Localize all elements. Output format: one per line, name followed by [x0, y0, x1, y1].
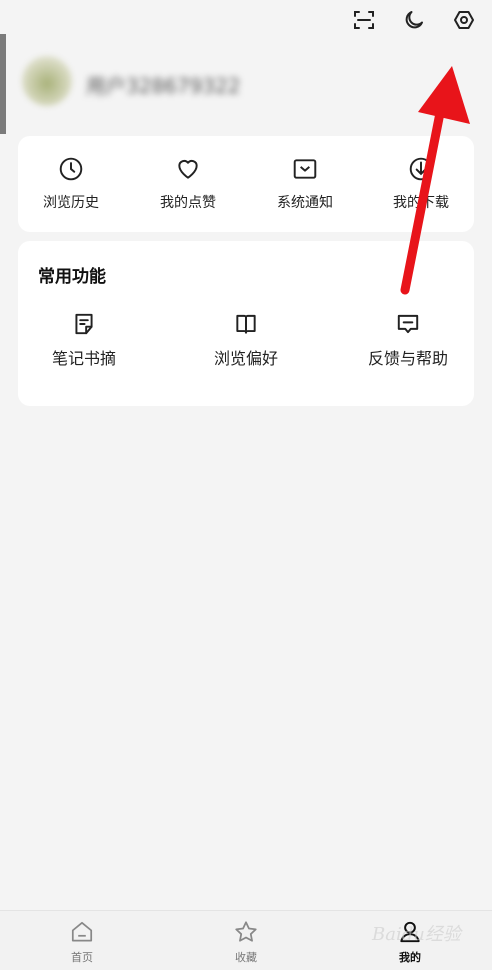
book-icon	[236, 314, 256, 334]
star-icon	[235, 921, 257, 942]
func-notes[interactable]: 笔记书摘	[14, 311, 154, 369]
shortcut-history[interactable]: 浏览历史	[11, 156, 131, 212]
username: 用户328679322	[86, 74, 241, 98]
settings-button[interactable]	[450, 6, 478, 34]
func-label: 笔记书摘	[51, 349, 116, 368]
func-preferences[interactable]: 浏览偏好	[176, 311, 316, 369]
profile-header[interactable]: 用户328679322	[0, 34, 492, 134]
heart-icon	[178, 159, 198, 179]
left-edge-divider	[0, 34, 6, 134]
scan-icon	[354, 11, 374, 29]
tab-label: 收藏	[235, 951, 257, 964]
top-actions	[350, 6, 478, 34]
night-mode-button[interactable]	[400, 6, 428, 34]
func-label: 浏览偏好	[213, 349, 278, 368]
tab-label: 首页	[71, 951, 93, 964]
feedback-icon	[397, 314, 419, 334]
section-title: 常用功能	[38, 267, 106, 287]
shortcuts-card: 浏览历史 我的点赞 系统通知 我的下载	[18, 136, 474, 232]
settings-icon	[454, 11, 474, 29]
shortcut-likes[interactable]: 我的点赞	[128, 156, 248, 212]
common-functions-card: 常用功能 笔记书摘 浏览偏好 反馈与帮助	[18, 241, 474, 406]
scan-button[interactable]	[350, 6, 378, 34]
func-label: 反馈与帮助	[367, 349, 448, 368]
shortcut-label: 我的下载	[393, 195, 449, 211]
tab-label: 我的	[399, 951, 421, 964]
watermark: Baidu经验	[372, 924, 461, 945]
moon-icon	[405, 11, 423, 29]
clock-icon	[59, 157, 83, 181]
download-icon	[409, 157, 433, 181]
shortcut-downloads[interactable]: 我的下载	[361, 156, 481, 212]
shortcut-notifications[interactable]: 系统通知	[245, 156, 365, 212]
avatar[interactable]	[22, 56, 72, 106]
shortcut-label: 浏览历史	[43, 195, 99, 211]
tab-favorites[interactable]: 收藏	[196, 919, 296, 965]
note-icon	[75, 313, 93, 335]
shortcut-label: 系统通知	[277, 195, 333, 211]
home-icon	[71, 921, 93, 942]
inbox-icon	[293, 159, 317, 179]
func-feedback[interactable]: 反馈与帮助	[338, 311, 478, 369]
tab-home[interactable]: 首页	[32, 919, 132, 965]
shortcut-label: 我的点赞	[160, 195, 216, 211]
